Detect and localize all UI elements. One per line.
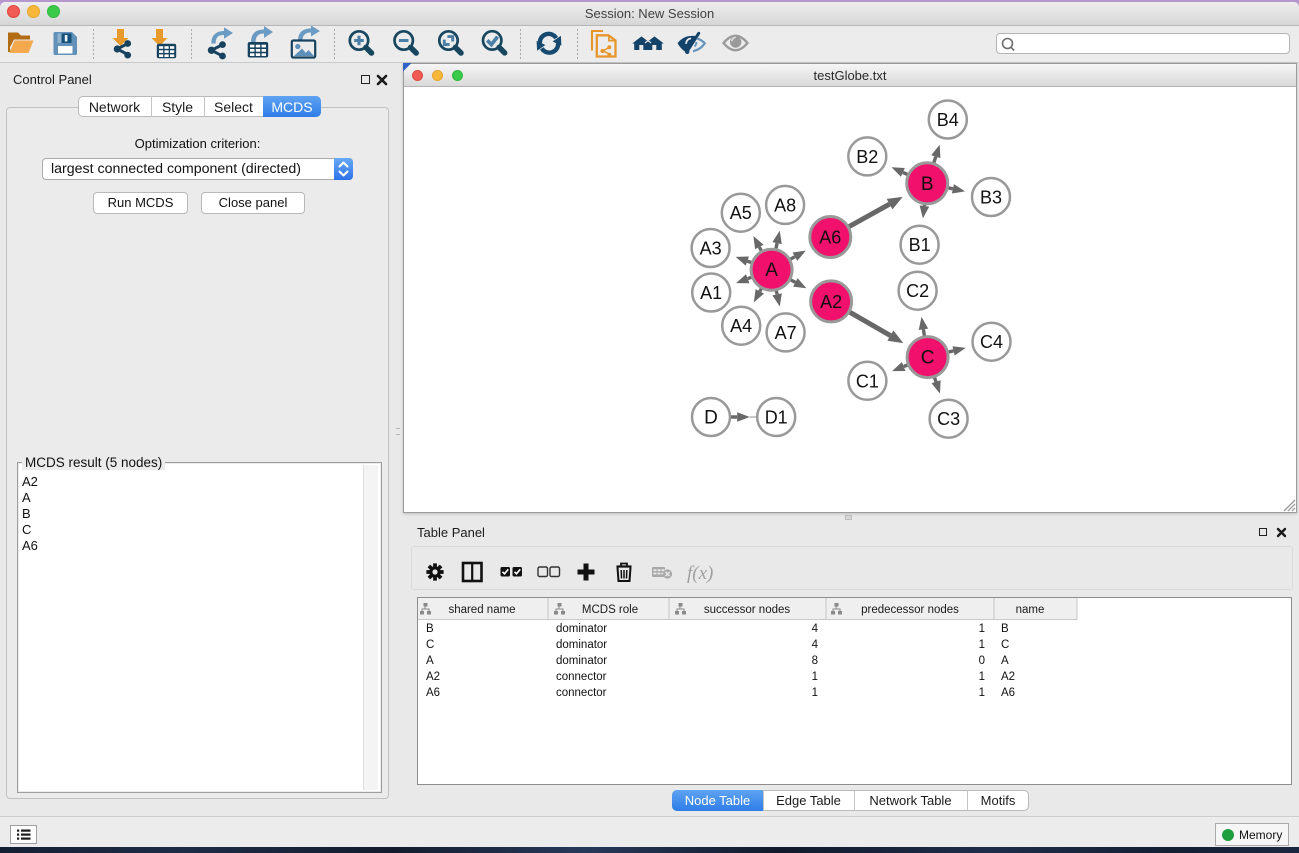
svg-text:D1: D1 <box>765 408 788 428</box>
svg-text:A: A <box>1001 655 1009 667</box>
svg-text:A: A <box>426 655 434 667</box>
svg-text:C3: C3 <box>937 409 960 429</box>
svg-text:name: name <box>1016 604 1045 616</box>
svg-text:connector: connector <box>556 687 607 699</box>
svg-text:1: 1 <box>979 623 985 635</box>
svg-text:4: 4 <box>812 639 819 651</box>
svg-text:A: A <box>765 260 778 281</box>
svg-text:0: 0 <box>979 655 985 667</box>
svg-text:A2: A2 <box>1001 671 1015 683</box>
svg-text:A3: A3 <box>700 239 722 259</box>
svg-text:C: C <box>1001 639 1009 651</box>
svg-text:A4: A4 <box>730 316 752 336</box>
svg-text:1: 1 <box>812 687 818 699</box>
svg-text:shared name: shared name <box>448 604 515 616</box>
svg-text:dominator: dominator <box>556 639 607 651</box>
svg-text:predecessor nodes: predecessor nodes <box>861 604 959 616</box>
svg-text:B2: B2 <box>856 147 878 167</box>
svg-text:B: B <box>426 623 434 635</box>
svg-text:1: 1 <box>979 671 985 683</box>
svg-text:D: D <box>704 408 718 429</box>
svg-text:8: 8 <box>812 655 818 667</box>
svg-text:B1: B1 <box>909 235 931 255</box>
svg-text:1: 1 <box>979 639 985 651</box>
svg-text:A5: A5 <box>730 203 752 223</box>
svg-text:C: C <box>426 639 434 651</box>
svg-text:B4: B4 <box>937 110 959 130</box>
svg-text:A2: A2 <box>426 671 440 683</box>
svg-text:A7: A7 <box>775 323 797 343</box>
svg-text:A6: A6 <box>819 228 841 248</box>
svg-text:1: 1 <box>979 687 985 699</box>
svg-text:MCDS role: MCDS role <box>582 604 638 616</box>
svg-text:f(x): f(x) <box>687 563 713 584</box>
svg-text:B3: B3 <box>980 188 1002 208</box>
svg-text:connector: connector <box>556 671 607 683</box>
svg-text:C: C <box>921 348 935 369</box>
svg-text:C2: C2 <box>906 281 929 301</box>
svg-text:A8: A8 <box>774 195 796 215</box>
svg-text:4: 4 <box>812 623 819 635</box>
svg-text:A6: A6 <box>1001 687 1015 699</box>
svg-text:A1: A1 <box>700 283 722 303</box>
svg-text:A2: A2 <box>820 292 842 312</box>
svg-text:B: B <box>1001 623 1009 635</box>
svg-text:A6: A6 <box>426 687 440 699</box>
svg-text:B: B <box>921 174 934 195</box>
svg-text:dominator: dominator <box>556 623 607 635</box>
svg-text:successor nodes: successor nodes <box>704 604 791 616</box>
svg-text:1: 1 <box>812 671 818 683</box>
svg-text:C1: C1 <box>856 371 879 391</box>
svg-text:C4: C4 <box>980 332 1003 352</box>
svg-text:dominator: dominator <box>556 655 607 667</box>
